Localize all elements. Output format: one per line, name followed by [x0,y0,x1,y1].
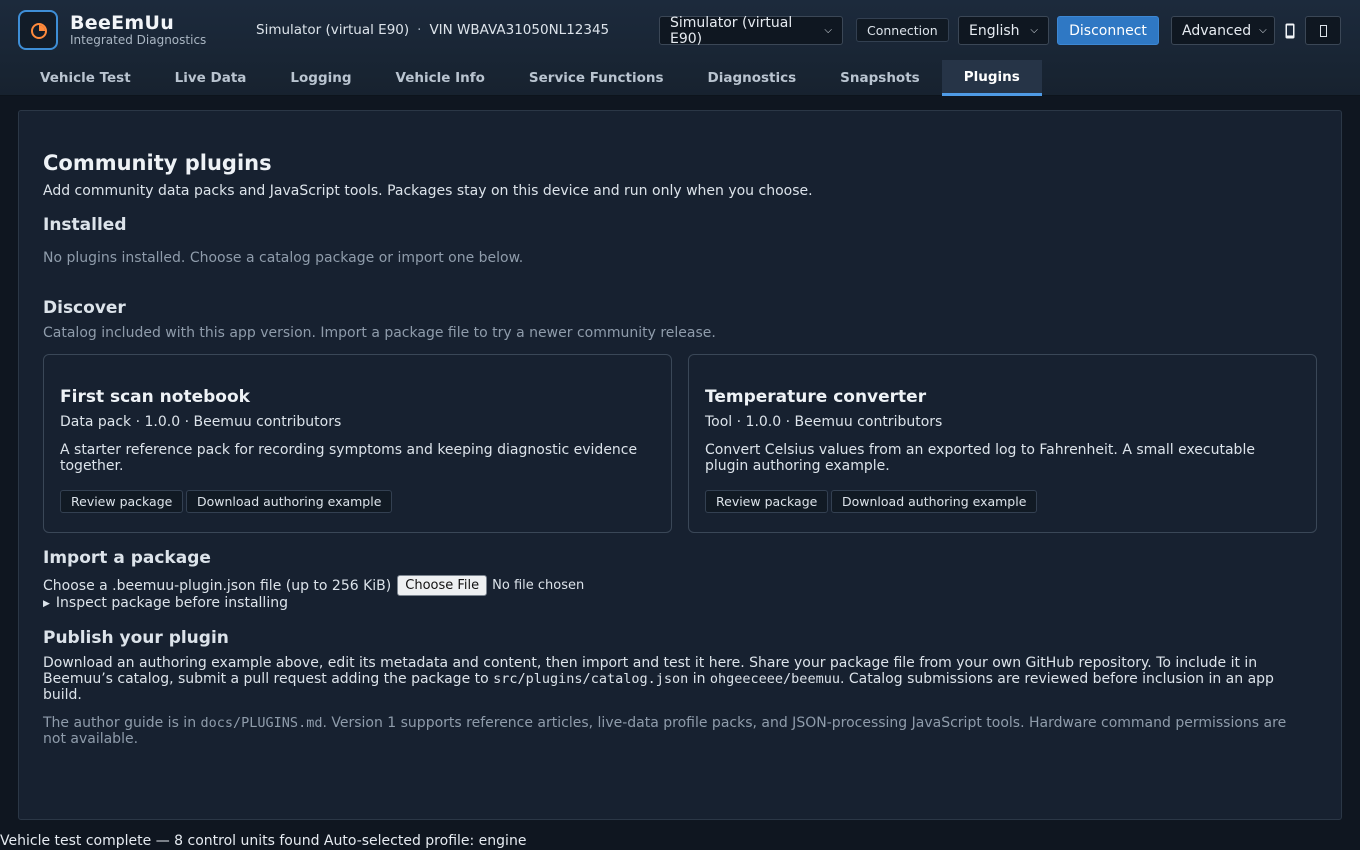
chevron-down-icon: ⌵ [824,25,832,36]
main-tabs: Vehicle Test Live Data Logging Vehicle I… [18,60,1042,96]
tab-vehicle-test[interactable]: Vehicle Test [18,60,153,96]
tab-snapshots[interactable]: Snapshots [818,60,942,96]
disclosure-triangle-icon: ▶ [43,599,50,609]
vehicle-name: Simulator (virtual E90) [256,22,410,38]
discover-heading: Discover [43,298,126,318]
discover-note: Catalog included with this app version. … [43,325,716,341]
app-logo [18,10,58,50]
status-bar: Vehicle test complete — 8 control units … [0,833,527,849]
catalog-path: src/plugins/catalog.json [493,671,689,687]
plugin-card-meta: Data pack · 1.0.0 · Beemuu contributors [60,414,342,430]
language-select-value: English [969,22,1020,39]
import-heading: Import a package [43,548,211,568]
review-package-button[interactable]: Review package [705,490,829,513]
tab-service-functions[interactable]: Service Functions [507,60,686,96]
gauge-icon [31,23,47,39]
publish-text: in [692,671,706,687]
connection-button[interactable]: Connection [856,18,949,42]
page-intro: Add community data packs and JavaScript … [43,183,813,199]
mode-select-value: Advanced [1182,22,1252,39]
chevron-down-icon: ⌵ [1030,25,1038,36]
page-title: Community plugins [43,151,272,175]
plugins-panel: Community plugins Add community data pac… [18,110,1342,820]
installed-heading: Installed [43,215,127,235]
tab-vehicle-info[interactable]: Vehicle Info [374,60,507,96]
publish-note: The author guide is in docs/PLUGINS.md. … [43,715,1298,747]
installed-empty-text: No plugins installed. Choose a catalog p… [43,250,524,266]
tab-live-data[interactable]: Live Data [153,60,269,96]
publish-description: Download an authoring example above, edi… [43,655,1293,703]
plugin-card-title: First scan notebook [60,387,250,407]
inspect-package-details[interactable]: ▶ Inspect package before installing [43,595,288,611]
publish-heading: Publish your plugin [43,628,229,648]
plugin-card-description: A starter reference pack for recording s… [60,442,638,474]
menu-icon-button[interactable] [1305,16,1341,45]
repo-name: ohgeeceee/beemuu [709,671,840,687]
disconnect-button[interactable]: Disconnect [1057,16,1159,45]
app-subtitle: Integrated Diagnostics [70,33,207,47]
guide-path: docs/PLUGINS.md [200,715,323,731]
import-label: Choose a .beemuu-plugin.json file (up to… [43,577,392,594]
chevron-down-icon: ⌵ [1259,25,1267,36]
missing-glyph-icon [1319,24,1327,37]
choose-file-button[interactable]: Choose File [397,575,488,596]
import-row: Choose a .beemuu-plugin.json file (up to… [43,575,584,596]
app-header: BeeEmUu Integrated Diagnostics Simulator… [0,0,1360,96]
adapter-select-value: Simulator (virtual E90) [670,14,793,47]
vehicle-vin: VIN WBAVA31050NL12345 [429,22,610,38]
inspect-package-summary: Inspect package before installing [55,595,288,611]
phone-icon[interactable] [1283,19,1297,42]
plugin-card: First scan notebook Data pack · 1.0.0 · … [43,354,672,533]
plugin-card: Temperature converter Tool · 1.0.0 · Bee… [688,354,1317,533]
download-authoring-example-button[interactable]: Download authoring example [186,490,393,513]
vehicle-status: Simulator (virtual E90) · VIN WBAVA31050NL… [256,22,609,38]
review-package-button[interactable]: Review package [60,490,184,513]
publish-note-text: The author guide is in [43,715,197,731]
file-status: No file chosen [492,578,585,593]
mode-select[interactable]: Advanced ⌵ [1171,16,1275,45]
plugin-card-meta: Tool · 1.0.0 · Beemuu contributors [705,414,943,430]
tab-plugins[interactable]: Plugins [941,60,1042,96]
status-separator: · [417,22,422,38]
adapter-select[interactable]: Simulator (virtual E90) ⌵ [659,14,843,47]
download-authoring-example-button[interactable]: Download authoring example [831,490,1038,513]
plugin-card-title: Temperature converter [705,387,927,407]
app-name: BeeEmUu [70,12,175,34]
tab-logging[interactable]: Logging [268,60,373,96]
language-select[interactable]: English ⌵ [958,16,1049,45]
tab-diagnostics[interactable]: Diagnostics [686,60,819,96]
plugin-card-description: Convert Celsius values from an exported … [705,442,1255,474]
